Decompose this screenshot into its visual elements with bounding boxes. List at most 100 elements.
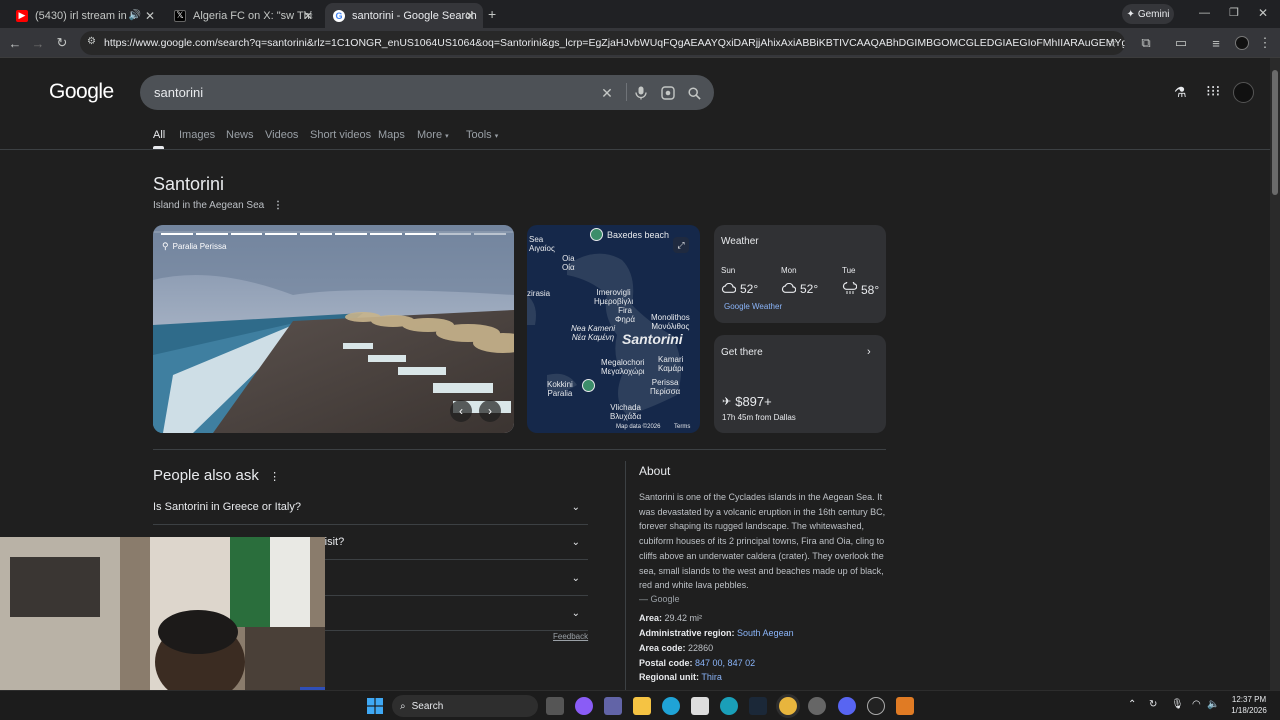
more-options-icon[interactable]: ⋮ [273,200,283,211]
map-terms-link[interactable]: Terms [674,424,690,430]
teams-icon[interactable] [604,697,622,715]
tab-news[interactable]: News [226,129,254,141]
tab-images[interactable]: Images [179,129,215,141]
tab-tools[interactable]: Tools ▾ [466,129,498,141]
wifi-icon[interactable]: ◠ [1192,699,1201,710]
divider [626,83,627,101]
weather-day: Mon [781,266,797,275]
clock-date: 1/18/2026 [1231,706,1267,715]
copilot-icon[interactable] [575,697,593,715]
windows-start-icon[interactable] [367,698,383,714]
discord-icon[interactable] [838,697,856,715]
search-icon[interactable] [685,84,703,102]
media-player-icon[interactable] [867,697,885,715]
back-icon[interactable]: ← [6,34,24,52]
taskbar-search-label: Search [411,700,444,712]
map-label: Sea Αιγαίος [529,235,555,253]
fact-value-link[interactable]: 847 00, 847 02 [695,658,755,668]
search-input[interactable]: santorini ✕ [140,75,714,110]
microphone-icon[interactable]: 🎙 [1171,699,1184,710]
lens-icon[interactable] [659,84,677,102]
feedback-link[interactable]: Feedback [553,632,588,641]
weather-source-link[interactable]: Google Weather [724,302,782,311]
microphone-icon[interactable] [632,84,650,102]
gemini-label: Gemini [1137,8,1170,20]
apps-grid-icon[interactable]: ⁝⁝⁝ [1206,82,1220,100]
entity-subtitle: Island in the Aegean Sea ⋮ [153,200,283,211]
clear-icon[interactable]: ✕ [598,84,616,102]
about-source[interactable]: — Google [639,594,680,604]
new-tab-button[interactable]: + [488,6,496,22]
clock[interactable]: 12:37 PM 1/18/2026 [1226,694,1272,716]
close-icon[interactable]: ✕ [465,9,475,23]
tab-more[interactable]: More ▾ [417,129,449,141]
map-label: Monolithos Μονόλιθος [651,313,690,331]
task-view-icon[interactable] [546,697,564,715]
beach-photo[interactable]: ⚲ Paralia Perissa ‹ › [153,225,514,433]
get-there-title: Get there [721,347,763,358]
reload-icon[interactable]: ↻ [53,34,71,52]
app-icon[interactable] [808,697,826,715]
photo-caption: ⚲ Paralia Perissa [162,241,226,252]
extensions-icon[interactable]: ⧉ [1137,34,1155,52]
gemini-button[interactable]: ✦ Gemini [1122,4,1174,24]
about-description: Santorini is one of the Cyclades islands… [639,492,886,591]
expand-map-icon[interactable]: ⤢ [673,237,689,253]
fact-postal-code: Postal code: 847 00, 847 02 [639,658,755,668]
scrollbar-thumb[interactable] [1272,70,1278,195]
google-icon: G [333,9,345,22]
close-icon[interactable]: ✕ [145,9,155,23]
file-explorer-icon[interactable] [633,697,651,715]
tab-maps[interactable]: Maps [378,129,405,141]
volume-icon[interactable]: 🔈 [1207,699,1219,710]
tab-short-videos[interactable]: Short videos [310,129,371,141]
paa-question[interactable]: Is Santorini in Greece or Italy? ⌄ [153,490,588,525]
minimize-button[interactable]: — [1199,7,1210,19]
edge-icon[interactable] [662,697,680,715]
map-card[interactable]: Sea Αιγαίος Baxedes beach ⤢ Oia Οία zira… [527,225,700,433]
sync-icon[interactable]: ↻ [1149,699,1157,710]
location-pin-icon: ⚲ [162,241,169,251]
fact-value-link[interactable]: Thira [701,672,722,682]
more-options-icon[interactable]: ⋮ [269,471,280,483]
forward-icon[interactable]: → [29,34,47,52]
close-window-button[interactable]: ✕ [1258,6,1268,20]
more-label: More [417,129,443,141]
menu-icon[interactable]: ⋮ [1256,34,1274,52]
weather-card[interactable]: Weather Sun Mon Tue 52° 52° 58° Google W… [714,225,886,323]
account-avatar[interactable] [1233,82,1254,103]
map-label: Baxedes beach [607,230,670,240]
chrome-icon[interactable] [779,697,797,715]
map-pin-icon[interactable] [582,379,595,392]
address-bar[interactable]: ⚙ https://www.google.com/search?q=santor… [80,31,1125,55]
tab-youtube[interactable]: ▶ (5430) irl stream in Morocco 🔊 ✕ [8,3,163,28]
scrollbar[interactable] [1270,58,1280,690]
tab-all[interactable]: All [153,129,165,141]
restore-button[interactable]: ❐ [1229,6,1239,19]
labs-flask-icon[interactable]: ⚗ [1174,84,1187,101]
taskbar-search[interactable]: ⌕ Search [392,695,538,717]
media-icon[interactable]: ≡ [1207,34,1225,52]
divider [625,461,626,690]
cast-icon[interactable]: ▭ [1172,34,1190,52]
speaker-icon[interactable]: 🔊 [129,10,141,21]
map-pin-icon[interactable] [590,228,603,241]
store-icon[interactable] [691,697,709,715]
fact-value-link[interactable]: South Aegean [737,628,794,638]
tab-videos[interactable]: Videos [265,129,298,141]
chevron-up-icon[interactable]: ⌃ [1128,699,1136,710]
tab-google-search[interactable]: G santorini - Google Search ✕ [325,3,483,28]
previous-photo-button[interactable]: ‹ [450,400,472,422]
site-info-icon[interactable]: ⚙ [87,36,96,47]
profile-avatar[interactable] [1235,36,1249,50]
app-icon[interactable] [720,697,738,715]
google-logo[interactable]: Google [49,80,114,104]
next-photo-button[interactable]: › [479,400,501,422]
app-icon[interactable] [896,697,914,715]
close-icon[interactable]: ✕ [303,9,313,23]
youtube-icon: ▶ [16,9,28,22]
tab-x[interactable]: 𝕏 Algeria FC on X: "sw This is how ✕ [166,3,321,28]
bookmark-star-icon[interactable]: ☆ [1103,34,1121,52]
get-there-card[interactable]: Get there › ✈ $897+ 17h 45m from Dallas [714,335,886,433]
steam-icon[interactable] [749,697,767,715]
